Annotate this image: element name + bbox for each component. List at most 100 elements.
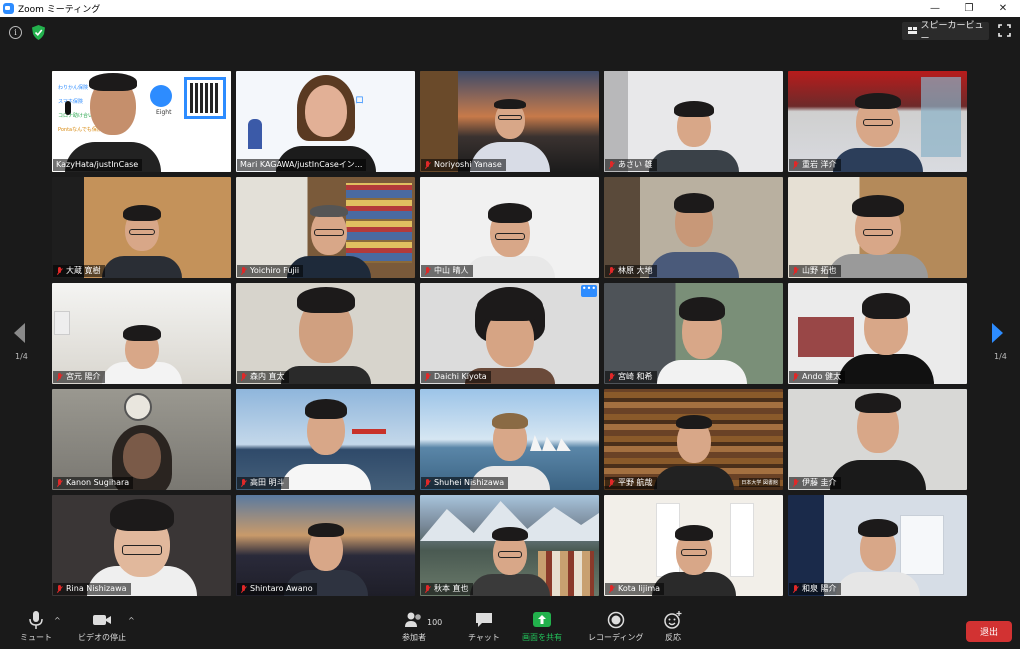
video-tile[interactable]: 日本大学 図書館 平野 航哉 — [604, 389, 783, 490]
video-tile[interactable]: 中山 晴人 — [420, 177, 599, 278]
video-tile[interactable]: 高田 明斗 — [236, 389, 415, 490]
muted-mic-icon — [792, 160, 799, 170]
participant-name: 宮崎 和希 — [605, 371, 657, 383]
stop-video-button[interactable]: ビデオの停止 — [78, 610, 126, 643]
speaker-view-button[interactable]: スピーカービュー — [902, 21, 989, 44]
video-tile[interactable]: Yoichiro Fujii — [236, 177, 415, 278]
reactions-label: 反応 — [665, 633, 681, 642]
participant-name: 大蔵 寛樹 — [53, 265, 105, 277]
video-tile[interactable]: Shintaro Awano — [236, 495, 415, 596]
muted-mic-icon — [608, 160, 615, 170]
participant-name: Mari KAGAWA/justInCaseイン... — [237, 159, 367, 171]
participant-name: Kota Iijima — [605, 583, 665, 595]
participant-name: Kanon Sugihara — [53, 477, 134, 489]
speaker-view-icon — [908, 27, 918, 35]
muted-mic-icon — [424, 160, 431, 170]
mute-button[interactable]: ミュート — [20, 610, 52, 643]
video-tile[interactable]: 大蔵 寛樹 — [52, 177, 231, 278]
muted-mic-icon — [608, 266, 615, 276]
meeting-controls-toolbar: ミュート ^ ビデオの停止 ^ 参加者 100 チャット 画面を共有 レコーディ… — [0, 606, 1020, 649]
video-tile[interactable]: 伊藤 圭介 — [788, 389, 967, 490]
background-caption: 日本大学 図書館 — [739, 478, 780, 487]
participant-name: 宮元 陽介 — [53, 371, 105, 383]
video-tile[interactable]: 森内 直太 — [236, 283, 415, 384]
close-button[interactable]: ✕ — [986, 0, 1020, 17]
video-camera-icon — [93, 615, 111, 625]
share-screen-button[interactable]: 画面を共有 — [522, 610, 562, 643]
muted-mic-icon — [792, 372, 799, 382]
reaction-smiley-icon — [664, 611, 682, 629]
participant-name: Daichi Kiyota — [421, 371, 491, 383]
participant-name: Shintaro Awano — [237, 583, 317, 595]
muted-mic-icon — [240, 372, 247, 382]
meeting-info-icon[interactable]: i — [9, 26, 22, 39]
chat-button[interactable]: チャット — [468, 610, 500, 643]
muted-mic-icon — [56, 372, 63, 382]
muted-mic-icon — [424, 372, 431, 382]
participant-name: KazyHata/justInCase — [53, 159, 143, 171]
video-tile[interactable]: ••• Daichi Kiyota — [420, 283, 599, 384]
video-options-caret[interactable]: ^ — [128, 616, 135, 625]
page-indicator-left: 1/4 — [15, 352, 28, 361]
video-tile[interactable]: Ando 健太 — [788, 283, 967, 384]
minimize-button[interactable]: — — [918, 0, 952, 17]
video-tile[interactable]: あさい 雄 — [604, 71, 783, 172]
chat-label: チャット — [468, 633, 500, 642]
video-tile[interactable]: 重岩 洋介 — [788, 71, 967, 172]
restore-button[interactable]: ❐ — [952, 0, 986, 17]
participant-name: Noriyoshi Yanase — [421, 159, 506, 171]
video-tile[interactable]: Rina Nishizawa — [52, 495, 231, 596]
leave-meeting-button[interactable]: 退出 — [966, 621, 1012, 642]
participant-name: 林原 大地 — [605, 265, 657, 277]
muted-mic-icon — [56, 584, 63, 594]
video-tile[interactable]: わりかん保険 スマホ保険 コロナ助け合い保険 Pontaなんでも保険 Eight… — [52, 71, 231, 172]
participant-name: Ando 健太 — [789, 371, 846, 383]
stop-video-label: ビデオの停止 — [78, 633, 126, 642]
participant-name: 秋本 直也 — [421, 583, 473, 595]
encryption-shield-icon[interactable] — [32, 25, 45, 40]
chevron-right-icon — [992, 323, 1003, 343]
window-title: Zoom ミーティング — [18, 5, 101, 15]
more-options-button[interactable]: ••• — [581, 285, 597, 297]
video-tile[interactable]: Kanon Sugihara — [52, 389, 231, 490]
share-screen-icon — [533, 612, 551, 627]
video-tile[interactable]: 山野 拓也 — [788, 177, 967, 278]
participants-button[interactable]: 参加者 — [402, 610, 426, 643]
participants-label: 参加者 — [402, 633, 426, 642]
muted-mic-icon — [608, 478, 615, 488]
record-label: レコーディング — [588, 633, 644, 642]
video-tile[interactable]: 和泉 陽介 — [788, 495, 967, 596]
muted-mic-icon — [240, 584, 247, 594]
video-tile[interactable]: 林原 大地 — [604, 177, 783, 278]
muted-mic-icon — [240, 266, 247, 276]
participant-name: 伊藤 圭介 — [789, 477, 841, 489]
participant-name: 平野 航哉 — [605, 477, 657, 489]
fullscreen-icon[interactable] — [998, 24, 1011, 37]
participant-name: 山野 拓也 — [789, 265, 841, 277]
video-tile[interactable]: ロロ Mari KAGAWA/justInCaseイン... — [236, 71, 415, 172]
next-page-button[interactable]: 1/4 — [991, 322, 1007, 366]
video-tile[interactable]: 秋本 直也 — [420, 495, 599, 596]
audio-options-caret[interactable]: ^ — [54, 616, 61, 625]
muted-mic-icon — [608, 584, 615, 594]
window-titlebar: Zoom ミーティング — ❐ ✕ — [0, 0, 1020, 17]
muted-mic-icon — [56, 266, 63, 276]
video-tile[interactable]: Shuhei Nishizawa — [420, 389, 599, 490]
zoom-app-icon — [3, 3, 14, 14]
video-tile[interactable]: 宮崎 和希 — [604, 283, 783, 384]
muted-mic-icon — [240, 478, 247, 488]
muted-mic-icon — [56, 478, 63, 488]
video-tile[interactable]: Noriyoshi Yanase — [420, 71, 599, 172]
previous-page-button[interactable]: 1/4 — [12, 322, 28, 366]
participant-name: 和泉 陽介 — [789, 583, 841, 595]
video-tile[interactable]: 宮元 陽介 — [52, 283, 231, 384]
video-tile[interactable]: Kota Iijima — [604, 495, 783, 596]
chat-bubble-icon — [475, 613, 492, 627]
participant-name: Yoichiro Fujii — [237, 265, 304, 277]
participants-icon — [405, 612, 421, 627]
qr-code-icon — [184, 77, 226, 119]
microphone-icon — [29, 611, 43, 629]
share-screen-label: 画面を共有 — [522, 633, 562, 642]
reactions-button[interactable]: 反応 — [662, 610, 684, 643]
record-button[interactable]: レコーディング — [588, 610, 643, 643]
